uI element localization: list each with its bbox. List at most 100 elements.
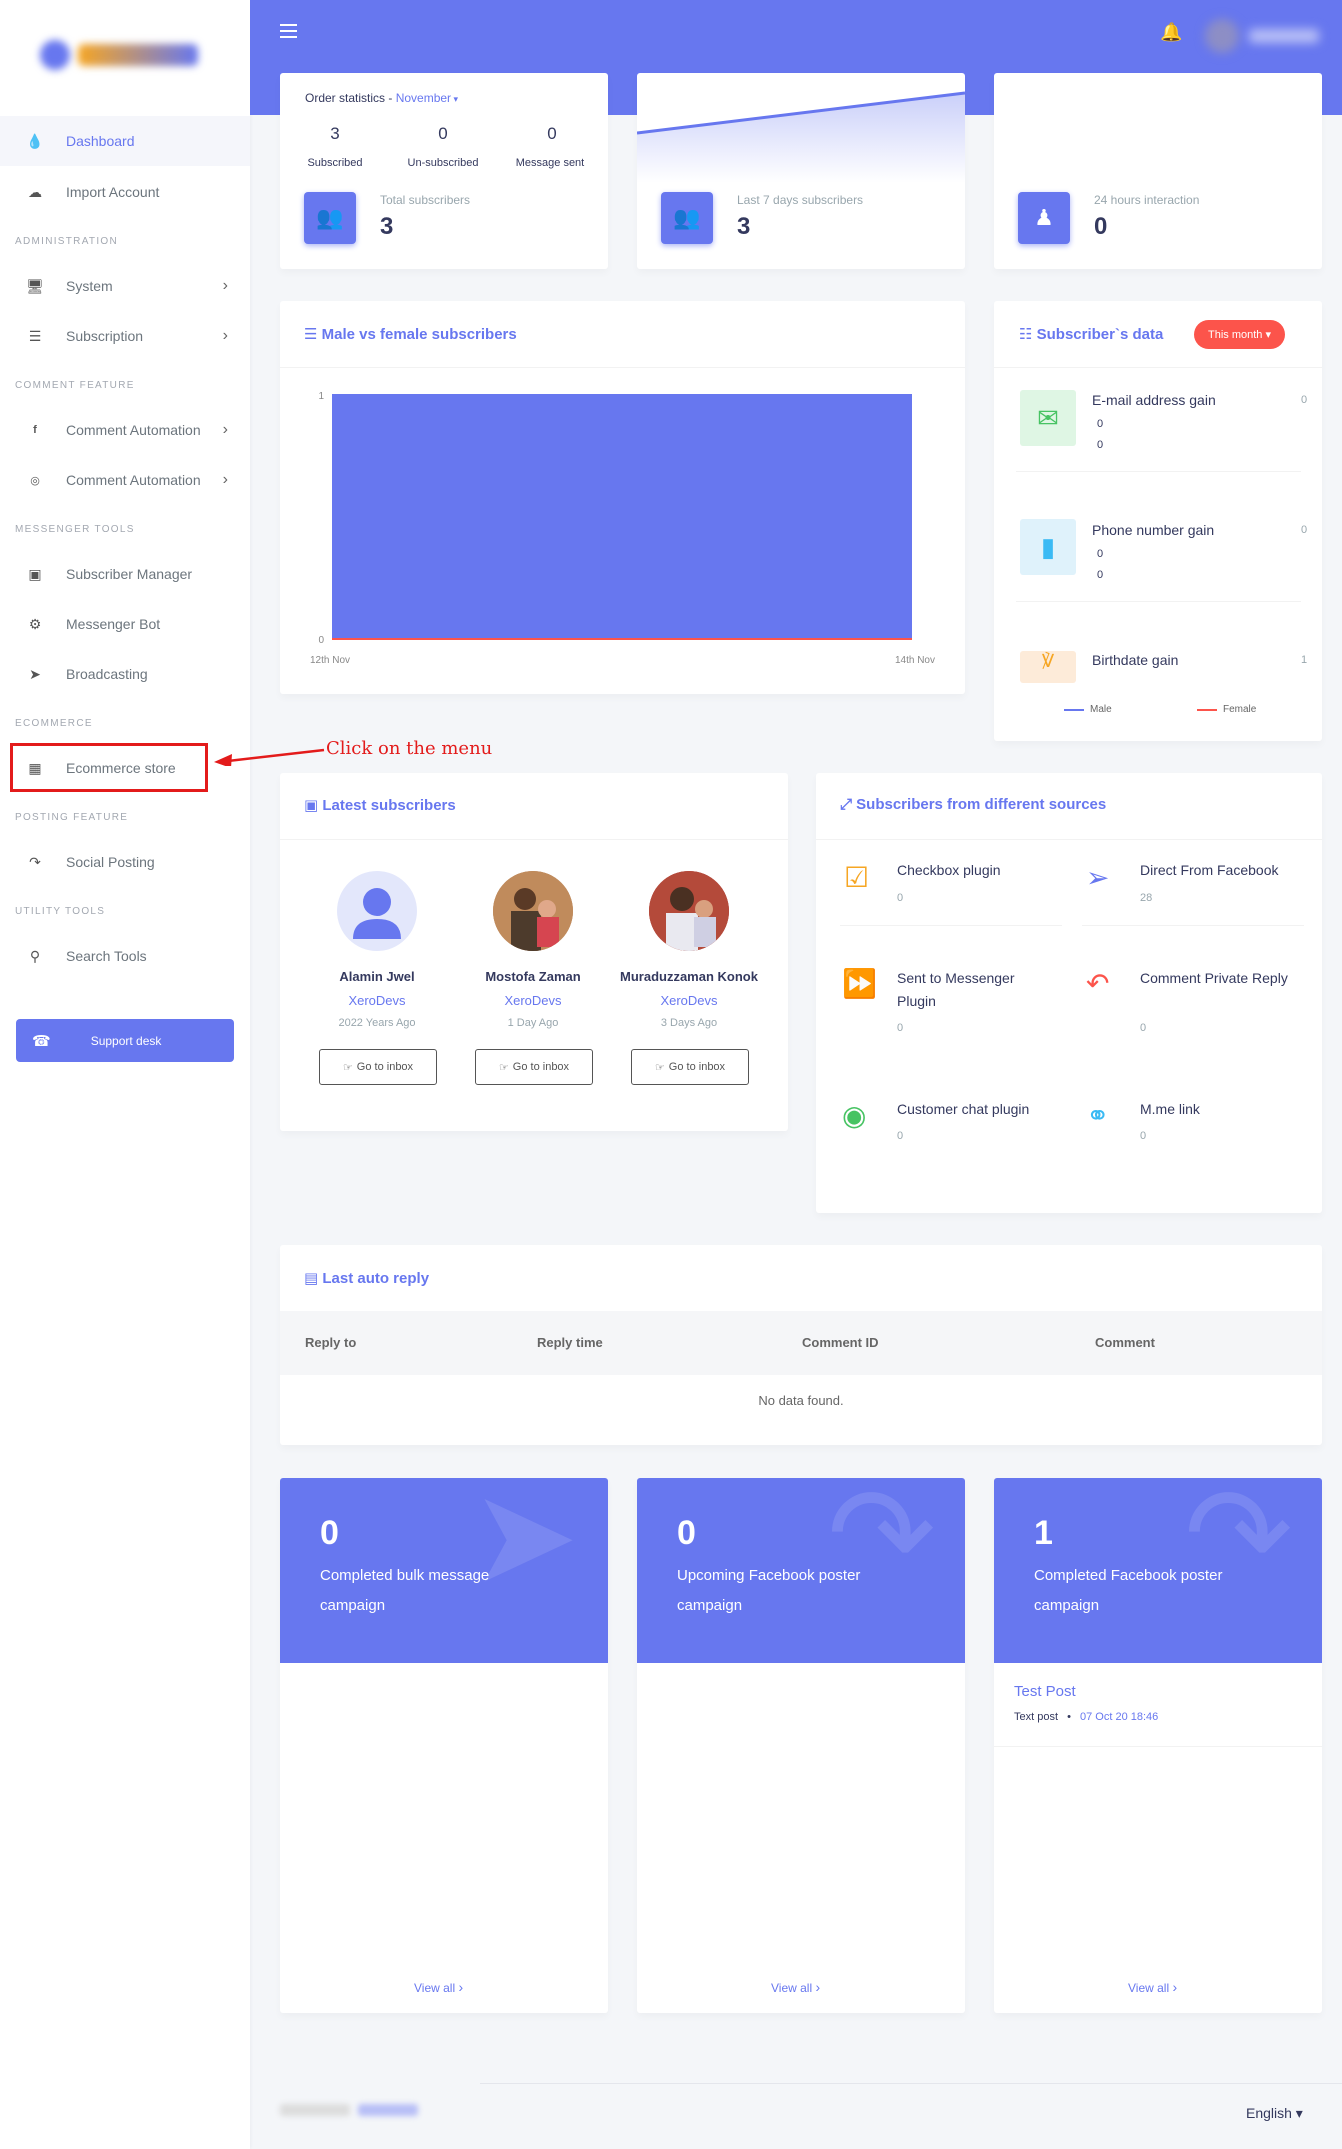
- subscriber-org[interactable]: XeroDevs: [611, 993, 767, 1008]
- sidebar-item-comment-automation-facebook[interactable]: f Comment Automation ›: [0, 405, 250, 455]
- hamburger-menu-icon[interactable]: [280, 24, 297, 42]
- y-tick-label: 1: [318, 391, 324, 402]
- facebook-square-icon: f: [33, 424, 37, 436]
- campaign-count: 0: [320, 1514, 339, 1552]
- email-gain-title: E-mail address gain: [1092, 392, 1216, 408]
- source-value: 0: [897, 892, 904, 904]
- campaign-card-header: ➤ 0 Completed bulk message campaign: [280, 1478, 608, 1663]
- search-icon: ⚲: [29, 947, 41, 964]
- source-customer-chat: Customer chat plugin: [897, 1101, 1030, 1117]
- total-subscribers-label: Total subscribers: [380, 193, 471, 207]
- subscriber-data-title: ☷ Subscriber`s data: [1019, 326, 1164, 343]
- campaign-label: Upcoming Facebook poster campaign: [677, 1567, 861, 1614]
- database-icon: ☷: [1019, 326, 1037, 343]
- sidebar-item-messenger-bot[interactable]: ⚙ Messenger Bot: [0, 599, 250, 649]
- order-statistics-title: Order statistics - November ▾: [305, 91, 459, 105]
- sidebar-item-system[interactable]: 🖥 System ›: [0, 261, 250, 311]
- user-profile-menu[interactable]: [1205, 16, 1335, 56]
- sidebar-item-subscriber-manager[interactable]: ▣ Subscriber Manager: [0, 549, 250, 599]
- users-icon: 👥: [661, 192, 713, 244]
- column-reply-time: Reply time: [537, 1335, 603, 1350]
- sidebar-item-search-tools[interactable]: ⚲ Search Tools: [0, 931, 250, 981]
- chevron-right-icon: ›: [815, 1979, 821, 1995]
- view-all-link[interactable]: View all ›: [1128, 1979, 1177, 1995]
- instagram-icon: ◎: [30, 474, 40, 487]
- legend-female: Female: [1197, 704, 1256, 715]
- source-value: 28: [1140, 892, 1153, 904]
- view-all-link[interactable]: View all ›: [414, 1979, 463, 1995]
- footer-divider: [480, 2083, 1342, 2084]
- bell-icon[interactable]: 🔔: [1160, 22, 1182, 43]
- campaign-card: ↷ 1 Completed Facebook poster campaign T…: [994, 1478, 1322, 2013]
- sidebar-item-label: Comment Automation: [66, 422, 201, 438]
- sidebar-item-label: Import Account: [66, 184, 160, 200]
- support-desk-button[interactable]: ☎ Support desk: [16, 1019, 234, 1062]
- auto-reply-title: ▤ Last auto reply: [304, 1270, 430, 1287]
- subscriber-data-card: ☷ Subscriber`s data This month ▾ ✉ E-mai…: [994, 301, 1322, 741]
- sidebar-item-label: Dashboard: [66, 133, 135, 149]
- share-square-icon: ↷: [29, 853, 41, 870]
- unsubscribed-count: 0: [438, 124, 448, 143]
- email-gain-v2: 0: [1097, 439, 1104, 451]
- campaign-card-header: ↷ 0 Upcoming Facebook poster campaign: [637, 1478, 965, 1663]
- gender-chart-card: ☰ Male vs female subscribers 0 1 12th Nov 1…: [280, 301, 965, 694]
- link-icon: ⚭: [1086, 1100, 1110, 1131]
- avatar: [649, 871, 729, 951]
- chevron-right-icon: ›: [222, 327, 228, 344]
- go-to-inbox-button[interactable]: ☞ Go to inbox: [631, 1049, 749, 1085]
- y-tick-label: 0: [318, 635, 324, 646]
- annotation-label: Click on the menu: [326, 738, 493, 759]
- support-desk-label: Support desk: [90, 1033, 162, 1048]
- headset-icon: ☎: [32, 1032, 51, 1050]
- go-to-inbox-button[interactable]: ☞ Go to inbox: [475, 1049, 593, 1085]
- menu-header-messenger-tools: MESSENGER TOOLS: [15, 524, 135, 535]
- sidebar-item-broadcasting[interactable]: ➤ Broadcasting: [0, 649, 250, 699]
- source-checkbox-plugin: Checkbox plugin: [897, 862, 1001, 878]
- column-comment-id: Comment ID: [802, 1335, 879, 1350]
- latest-subscribers-title: ▣ Latest subscribers: [304, 797, 456, 814]
- auto-reply-card: ▤ Last auto reply Reply to Reply time Co…: [280, 1245, 1322, 1445]
- campaign-card-header: ↷ 1 Completed Facebook poster campaign: [994, 1478, 1322, 1663]
- sidebar-item-comment-automation-instagram[interactable]: ◎ Comment Automation ›: [0, 455, 250, 505]
- subscriber-org[interactable]: XeroDevs: [455, 993, 611, 1008]
- table-header: [280, 1311, 1322, 1375]
- campaign-card: ↷ 0 Upcoming Facebook poster campaign Vi…: [637, 1478, 965, 2013]
- language-dropdown[interactable]: English ▾: [1246, 2105, 1303, 2122]
- sparkline-chart: [637, 91, 965, 183]
- this-month-dropdown[interactable]: This month ▾: [1194, 320, 1285, 349]
- cloud-download-icon: ☁: [28, 183, 42, 200]
- sidebar-item-import-account[interactable]: ☁ Import Account: [0, 167, 250, 217]
- source-value: 0: [1140, 1130, 1147, 1142]
- order-statistics-card: Order statistics - November ▾ 3 Subscrib…: [280, 73, 608, 269]
- envelope-icon: ✉: [1020, 390, 1076, 446]
- x-tick-label: 12th Nov: [310, 655, 350, 666]
- subscriber-org[interactable]: XeroDevs: [299, 993, 455, 1008]
- directions-icon: ➢: [1086, 862, 1110, 893]
- avatar: [493, 871, 573, 951]
- sidebar-item-dashboard[interactable]: 💧 Dashboard: [0, 116, 250, 166]
- birthdate-gain-right: 1: [1301, 654, 1308, 666]
- subscribed-label: Subscribed: [307, 157, 363, 169]
- user-secret-icon: ♟: [1018, 192, 1070, 244]
- column-comment: Comment: [1095, 1335, 1155, 1350]
- go-to-inbox-button[interactable]: ☞ Go to inbox: [319, 1049, 437, 1085]
- fire-icon: 💧: [26, 132, 44, 149]
- post-title-link[interactable]: Test Post: [1014, 1683, 1076, 1700]
- annotation-highlight-box: [10, 743, 208, 792]
- sidebar-item-social-posting[interactable]: ↷ Social Posting: [0, 837, 250, 887]
- campaign-label: Completed bulk message campaign: [320, 1567, 490, 1614]
- source-value: 0: [897, 1130, 904, 1142]
- view-all-link[interactable]: View all ›: [771, 1979, 820, 1995]
- month-dropdown[interactable]: November: [396, 91, 451, 105]
- birthday-cake-icon: ℣: [1020, 651, 1076, 683]
- sidebar-item-subscription[interactable]: ☰ Subscription ›: [0, 311, 250, 361]
- latest-subscribers-card: ▣ Latest subscribers Alamin Jwel XeroDev…: [280, 773, 788, 1131]
- brand-logo[interactable]: [0, 0, 250, 110]
- source-private-reply: Comment Private Reply: [1140, 970, 1288, 986]
- subscriber-name: Mostofa Zaman: [485, 969, 581, 984]
- clipboard-icon: ▤: [304, 1270, 323, 1287]
- subscriber-name: Alamin Jwel: [339, 969, 415, 984]
- last-7-days-value: 3: [737, 213, 751, 240]
- gender-chart-title: ☰ Male vs female subscribers: [304, 326, 517, 343]
- interaction-value: 0: [1094, 213, 1108, 240]
